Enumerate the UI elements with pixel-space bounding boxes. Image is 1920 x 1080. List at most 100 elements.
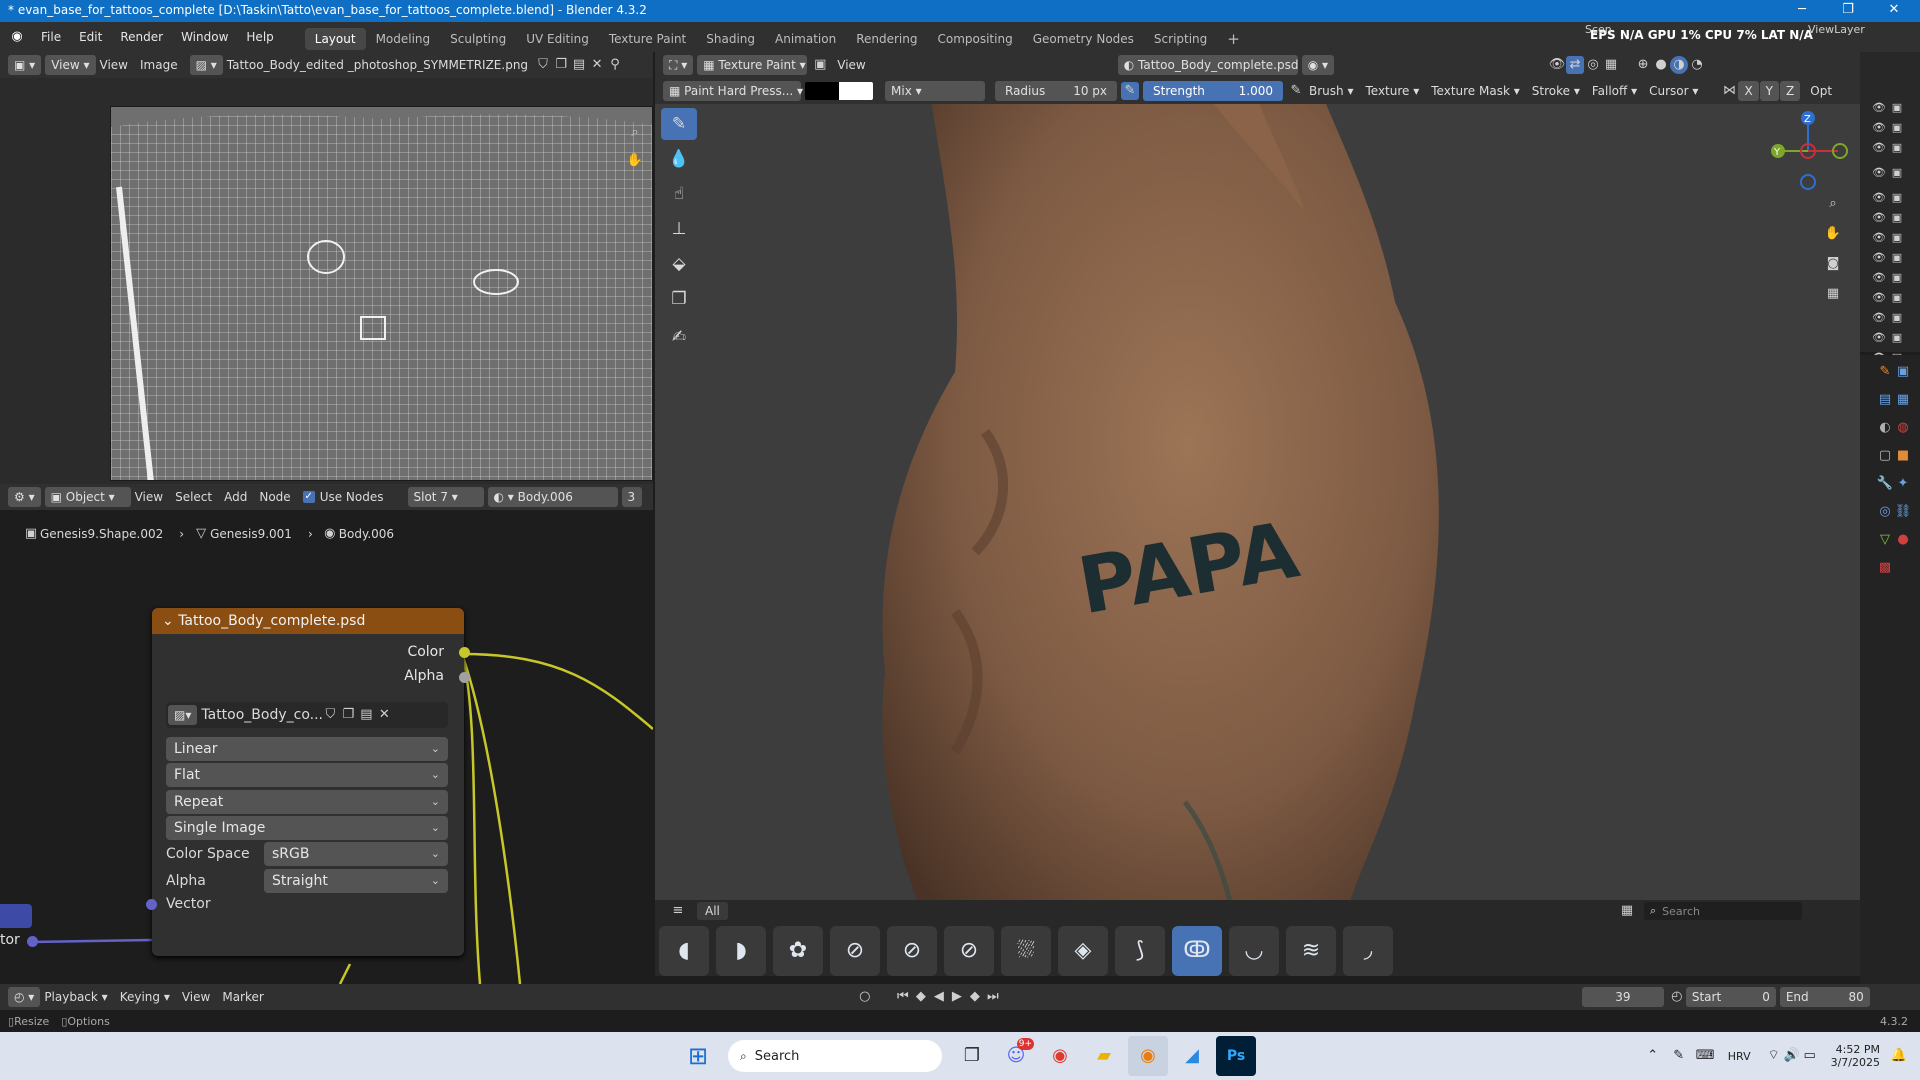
brush-thumbnail[interactable]: ◡ [1229,926,1279,976]
keying-menu[interactable]: Keying ▾ [120,990,170,1004]
camera-icon[interactable]: ▣ [1888,249,1906,267]
eye-icon[interactable]: 👁 [1870,289,1888,307]
properties-tab-tool-icon[interactable]: ✎ [1876,363,1894,381]
color-space-dropdown[interactable]: sRGB ⌄ [264,842,448,866]
node-image-name[interactable]: Tattoo_Body_co... [201,707,323,723]
clock[interactable]: 4:52 PM 3/7/2025 [1831,1043,1880,1069]
zoom-icon[interactable]: ⌕ [626,124,644,142]
battery-icon[interactable]: ▭ [1801,1047,1819,1065]
tab-uv-editing[interactable]: UV Editing [516,28,599,50]
end-frame-field[interactable]: End 80 [1779,987,1870,1007]
eye-icon[interactable]: 👁 [1870,209,1888,227]
brush-thumbnail[interactable]: ⊘ [887,926,937,976]
eye-icon[interactable]: 👁 [1870,164,1888,182]
editor-type-button[interactable]: ▣ ▾ [8,55,42,75]
camera-icon[interactable]: ▣ [1888,269,1906,287]
shelf-search-input[interactable]: ⌕ Search [1644,902,1802,920]
restore-button[interactable]: ❐ [1828,2,1868,17]
notifications-icon[interactable]: 🔔 [1890,1047,1908,1065]
current-frame-field[interactable]: 39 [1581,987,1664,1007]
brush-thumbnail[interactable]: ⛆ [1001,926,1051,976]
outliner-row[interactable]: 👁▣ [1860,138,1920,158]
jump-start-icon[interactable]: ⏮ [894,988,912,1006]
menu-view[interactable]: View [837,58,865,72]
radius-pressure-icon[interactable]: ✎ [1121,82,1139,100]
tab-geometry-nodes[interactable]: Geometry Nodes [1023,28,1144,50]
menu-window[interactable]: Window [172,22,237,52]
tab-animation[interactable]: Animation [765,28,846,50]
duplicate-image-icon[interactable]: ❐ [339,706,357,724]
mirror-y-toggle[interactable]: Y [1759,81,1780,101]
brush-thumbnail[interactable]: ⊘ [830,926,880,976]
pen-icon[interactable]: ✎ [1670,1047,1688,1065]
image-browse-button[interactable]: ▨▾ [168,705,198,725]
tab-modeling[interactable]: Modeling [366,28,441,50]
eye-icon[interactable]: 👁 [1870,329,1888,347]
open-image-icon[interactable]: ▤ [357,706,375,724]
brush-thumbnail[interactable]: ◗ [716,926,766,976]
play-reverse-icon[interactable]: ◀ [930,988,948,1006]
start-frame-field[interactable]: Start 0 [1685,987,1776,1007]
scene-selector[interactable]: Scen [1585,23,1612,36]
alpha-output-socket[interactable] [459,672,470,683]
camera-icon[interactable]: ▣ [1888,289,1906,307]
menu-file[interactable]: File [32,22,70,52]
outliner-row[interactable]: 👁▣ [1860,268,1920,288]
paint-mask-icon[interactable]: ▣ [811,56,829,74]
cursor-menu[interactable]: Cursor ▾ [1649,84,1698,98]
texture-mask-menu[interactable]: Texture Mask ▾ [1431,84,1520,98]
menu-marker[interactable]: Marker [222,990,263,1004]
image-texture-node[interactable]: ⌄ Tattoo_Body_complete.psd Color Alpha ▨… [146,608,470,956]
draw-brush-tool-icon[interactable]: ✎ [661,108,697,140]
outliner-row[interactable]: 👁▣ [1860,228,1920,248]
properties-tab-output-icon[interactable]: ▤ [1876,391,1894,409]
properties-tab-collection-icon[interactable]: ▢ [1876,447,1894,465]
mask-tool-icon[interactable]: ❐ [661,283,697,315]
camera-icon[interactable]: ▣ [1888,209,1906,227]
strength-pressure-icon[interactable]: ✎ [1287,82,1305,100]
eye-icon[interactable]: 👁 [1870,119,1888,137]
eye-icon[interactable]: 👁 [1870,249,1888,267]
properties-tab-view-layer-icon[interactable]: ▦ [1894,391,1912,409]
left-node-fragment[interactable] [0,904,32,928]
properties-tab-material-icon[interactable]: ● [1894,531,1912,549]
duplicate-image-icon[interactable]: ❐ [552,56,570,74]
properties-tab-modifier-icon[interactable]: 🔧 [1876,475,1894,493]
smear-tool-icon[interactable]: ☝ [661,178,697,210]
eye-icon[interactable]: 👁 [1870,139,1888,157]
outliner-row[interactable]: 👁▣ [1860,208,1920,228]
vector-input-socket[interactable] [146,899,157,910]
radius-field[interactable]: Radius 10 px [995,81,1117,101]
interpolation-dropdown[interactable]: Linear ⌄ [166,737,448,761]
alpha-mode-dropdown[interactable]: Straight ⌄ [264,869,448,893]
fake-user-shield-icon[interactable]: ⛉ [321,706,339,724]
camera-icon[interactable]: ▣ [1888,139,1906,157]
stroke-menu[interactable]: Stroke ▾ [1532,84,1580,98]
menu-edit[interactable]: Edit [70,22,111,52]
preview-range-icon[interactable]: ◴ [1668,988,1686,1006]
mirror-z-toggle[interactable]: Z [1780,81,1801,101]
tab-texture-paint[interactable]: Texture Paint [599,28,696,50]
timeline-editor-type-button[interactable]: ◴ ▾ [8,987,41,1007]
camera-icon[interactable]: ▣ [1888,309,1906,327]
zoom-icon[interactable]: ⌕ [1824,195,1842,213]
prev-keyframe-icon[interactable]: ◆ [912,988,930,1006]
close-window-button[interactable]: ✕ [1874,2,1914,17]
tab-sculpting[interactable]: Sculpting [440,28,516,50]
view-layer-selector[interactable]: ViewLayer [1808,23,1865,36]
blender-logo-icon[interactable]: ◉ [8,28,26,46]
falloff-menu[interactable]: Falloff ▾ [1592,84,1637,98]
hamburger-menu-icon[interactable]: ≡ [669,902,687,920]
view-mode-dropdown[interactable]: View ▾ [45,55,96,75]
wifi-icon[interactable]: ⌔ [1765,1047,1783,1065]
display-options-icon[interactable]: ▦ [1618,902,1636,920]
brush-thumbnail[interactable]: ⊘ [944,926,994,976]
new-image-icon[interactable]: ▤ [570,56,588,74]
menu-image[interactable]: Image [140,58,178,72]
viewport-editor-type-button[interactable]: ⛶ ▾ [663,55,694,75]
fill-tool-icon[interactable]: ⬙ [661,248,697,280]
brush-thumbnail[interactable]: ≋ [1286,926,1336,976]
projection-dropdown[interactable]: Flat ⌄ [166,763,448,787]
unlink-image-icon[interactable]: ✕ [588,56,606,74]
properties-tab-texture-icon[interactable]: ▩ [1876,559,1894,577]
